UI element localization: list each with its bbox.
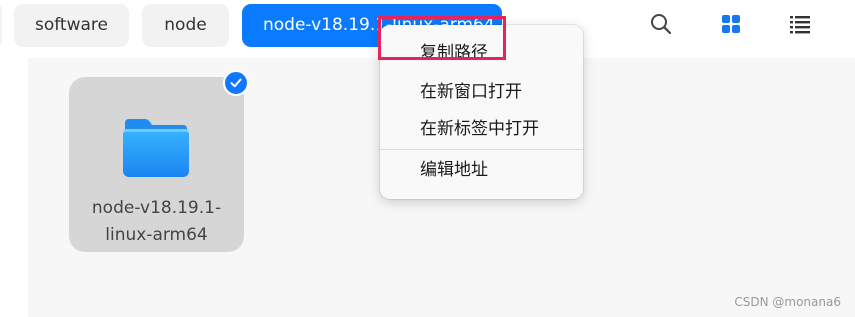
menu-item-open-new-window[interactable]: 在新窗口打开 <box>380 74 583 110</box>
breadcrumb-item-software[interactable]: software <box>14 4 129 47</box>
grid-view-icon[interactable] <box>717 10 745 38</box>
folder-icon <box>121 117 191 179</box>
list-view-icon[interactable] <box>786 10 814 38</box>
folder-name: node-v18.19.1- linux-arm64 <box>69 195 244 249</box>
breadcrumb-item-previous[interactable] <box>0 4 2 47</box>
menu-item-open-new-tab[interactable]: 在新标签中打开 <box>380 111 583 147</box>
context-menu: 复制路径 在新窗口打开 在新标签中打开 编辑地址 <box>380 25 583 199</box>
watermark-text: CSDN @monana6 <box>734 295 841 309</box>
menu-separator <box>380 149 583 150</box>
menu-item-copy-path[interactable]: 复制路径 <box>380 35 583 71</box>
sidebar-edge <box>0 58 28 317</box>
file-manager-window: software node node-v18.19.1- linux-arm64 <box>0 0 855 317</box>
folder-name-line2: linux-arm64 <box>105 225 208 245</box>
folder-name-line1: node-v18.19.1- <box>91 198 222 218</box>
menu-item-edit-address[interactable]: 编辑地址 <box>380 152 583 188</box>
breadcrumb-item-node[interactable]: node <box>142 4 229 47</box>
checkmark-icon[interactable] <box>223 70 249 96</box>
search-icon[interactable] <box>647 10 675 38</box>
